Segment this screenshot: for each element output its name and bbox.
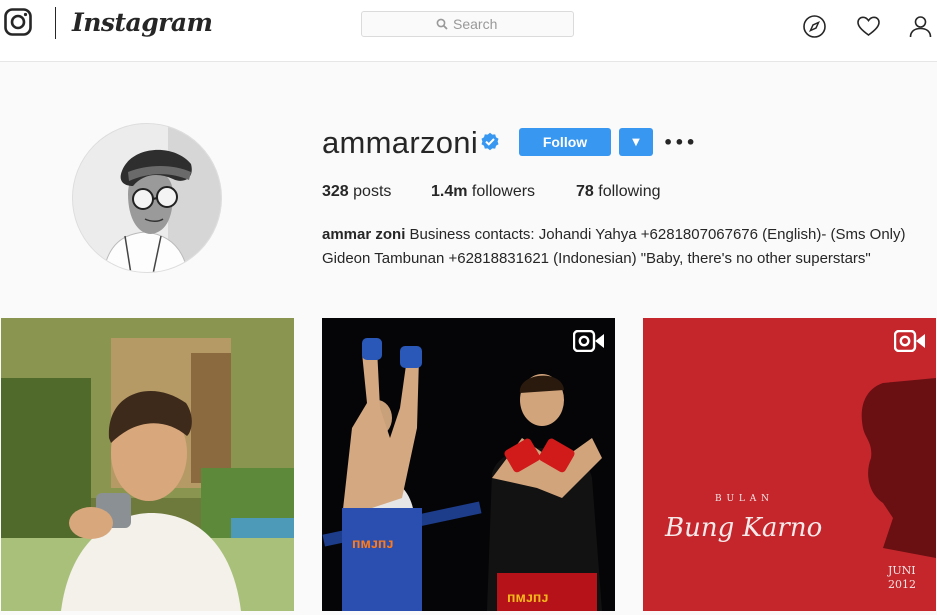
suggestions-dropdown-button[interactable]: ▼: [619, 128, 653, 156]
profile-avatar[interactable]: [72, 123, 222, 273]
following-label: following: [598, 183, 661, 200]
instagram-camera-logo-icon[interactable]: [4, 8, 32, 36]
post-3-small-caption: B U L A N: [715, 494, 770, 504]
post-thumbnail-1[interactable]: [1, 318, 294, 611]
followers-label: followers: [471, 183, 536, 200]
instagram-wordmark-logo[interactable]: Instagram: [72, 8, 213, 37]
avatar-image: [73, 124, 221, 272]
post-3-image: B U L A N Bung Karno JUNI 2012: [643, 318, 936, 611]
search-placeholder: Search: [453, 16, 498, 32]
caret-down-icon: ▼: [632, 136, 640, 148]
search-input[interactable]: Search: [361, 11, 574, 37]
post-thumbnail-3[interactable]: B U L A N Bung Karno JUNI 2012: [643, 318, 936, 611]
followers-stat[interactable]: 1.4m followers: [431, 183, 535, 201]
search-icon: [436, 18, 448, 30]
ellipsis-icon: •••: [663, 132, 697, 152]
bio-line-2: Gideon Tambunan +62818831621 (Indonesian…: [322, 250, 871, 267]
top-navigation-bar: Instagram Search: [0, 0, 937, 62]
video-camera-icon: [573, 330, 604, 352]
post-3-corner-text-1: JUNI: [887, 564, 916, 577]
following-count: 78: [576, 183, 594, 200]
compass-icon[interactable]: [802, 14, 827, 39]
video-camera-icon: [894, 330, 925, 352]
posts-count: 328: [322, 183, 349, 200]
followers-count: 1.4m: [431, 183, 468, 200]
following-stat[interactable]: 78 following: [576, 183, 661, 201]
logo-divider: [55, 7, 56, 39]
profile-username: ammarzoni: [322, 125, 479, 160]
post-3-corner-text-2: 2012: [888, 578, 916, 591]
post-2-image: ᴨᴍᴊᴨᴊ ᴨᴍᴊᴨᴊ: [322, 318, 615, 611]
profile-bio: ammar zoni Business contacts: Johandi Ya…: [322, 223, 934, 271]
more-options-button[interactable]: •••: [663, 128, 696, 156]
bio-line-1: Business contacts: Johandi Yahya +628180…: [409, 226, 906, 243]
posts-stat: 328 posts: [322, 183, 391, 201]
post-2-shorts-text: ᴨᴍᴊᴨᴊ: [352, 535, 393, 551]
verified-badge-icon: [481, 132, 499, 151]
posts-label: posts: [353, 183, 392, 200]
heart-icon[interactable]: [856, 14, 881, 39]
post-1-image: [1, 318, 294, 611]
user-icon[interactable]: [908, 14, 933, 39]
follow-button[interactable]: Follow: [519, 128, 611, 156]
profile-full-name: ammar zoni: [322, 226, 406, 243]
post-3-script-caption: Bung Karno: [664, 513, 822, 543]
post-2-shorts-text-2: ᴨᴍᴊᴨᴊ: [507, 589, 548, 605]
post-thumbnail-2[interactable]: ᴨᴍᴊᴨᴊ ᴨᴍᴊᴨᴊ: [322, 318, 615, 611]
